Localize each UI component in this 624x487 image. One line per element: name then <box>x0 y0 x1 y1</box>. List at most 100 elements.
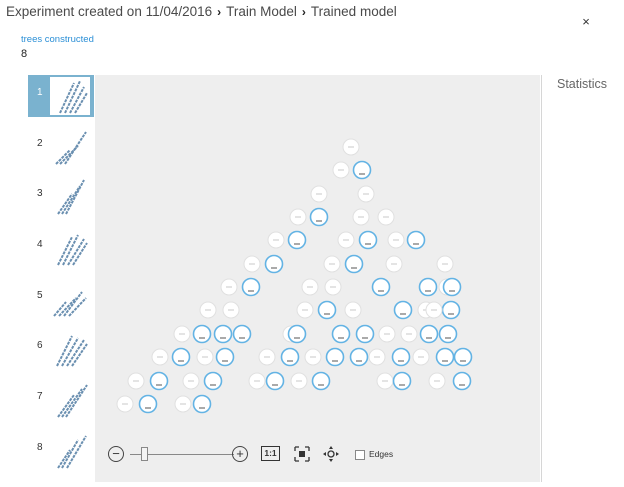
tree-thumbnail-8[interactable]: 8 <box>28 430 94 472</box>
tree-diagram[interactable] <box>95 75 540 482</box>
tree-split-node[interactable] <box>222 301 240 319</box>
tree-leaf-node[interactable] <box>317 300 337 320</box>
tree-split-node[interactable] <box>116 395 134 413</box>
close-icon[interactable]: × <box>578 14 594 30</box>
tree-leaf-node[interactable] <box>438 324 458 344</box>
tree-split-node[interactable] <box>301 278 319 296</box>
tree-thumbnail-3[interactable]: 3 <box>28 176 94 218</box>
tree-split-node[interactable] <box>243 255 261 273</box>
tree-leaf-node[interactable] <box>215 347 235 367</box>
tree-leaf-node[interactable] <box>406 230 426 250</box>
tree-split-node[interactable] <box>412 348 430 366</box>
tree-leaf-node[interactable] <box>280 347 300 367</box>
tree-split-node[interactable] <box>220 278 238 296</box>
tree-split-node[interactable] <box>342 138 360 156</box>
tree-split-node[interactable] <box>324 278 342 296</box>
tree-leaf-node[interactable] <box>192 394 212 414</box>
tree-split-node[interactable] <box>400 325 418 343</box>
tree-split-node[interactable] <box>182 372 200 390</box>
tree-leaf-node[interactable] <box>331 324 351 344</box>
zoom-slider-thumb[interactable] <box>141 447 148 461</box>
tree-split-node[interactable] <box>310 185 328 203</box>
tree-split-node[interactable] <box>290 372 308 390</box>
tree-leaf-node[interactable] <box>265 371 285 391</box>
tree-split-node[interactable] <box>323 255 341 273</box>
tree-leaf-node[interactable] <box>442 277 462 297</box>
tree-split-node[interactable] <box>304 348 322 366</box>
tree-split-node[interactable] <box>436 255 454 273</box>
tree-leaf-node[interactable] <box>393 300 413 320</box>
tree-split-node[interactable] <box>173 325 191 343</box>
tree-split-node[interactable] <box>151 348 169 366</box>
tree-leaf-node[interactable] <box>203 371 223 391</box>
tree-split-node[interactable] <box>376 372 394 390</box>
tree-leaf-node[interactable] <box>453 347 473 367</box>
tree-split-node[interactable] <box>296 301 314 319</box>
tree-leaf-node[interactable] <box>358 230 378 250</box>
tree-thumbnail-1[interactable]: 1 <box>28 75 94 117</box>
edges-checkbox[interactable] <box>355 450 365 460</box>
tree-split-node[interactable] <box>377 208 395 226</box>
tree-split-node[interactable] <box>368 348 386 366</box>
tree-leaf-node[interactable] <box>435 347 455 367</box>
tree-leaf-node[interactable] <box>311 371 331 391</box>
tree-split-node[interactable] <box>267 231 285 249</box>
tree-leaf-node[interactable] <box>419 324 439 344</box>
tree-split-node[interactable] <box>258 348 276 366</box>
tree-split-node[interactable] <box>425 301 443 319</box>
tree-split-node[interactable] <box>174 395 192 413</box>
tree-leaf-node[interactable] <box>418 277 438 297</box>
tree-leaf-node[interactable] <box>349 347 369 367</box>
tree-thumbnail-4[interactable]: 4 <box>28 227 94 269</box>
tree-thumbnail-5[interactable]: 5 <box>28 278 94 320</box>
tree-leaf-node[interactable] <box>309 207 329 227</box>
tree-leaf-node[interactable] <box>371 277 391 297</box>
tree-leaf-node[interactable] <box>392 371 412 391</box>
tree-split-node[interactable] <box>337 231 355 249</box>
tree-split-node[interactable] <box>357 185 375 203</box>
tree-leaf-node[interactable] <box>138 394 158 414</box>
tree-split-node[interactable] <box>385 255 403 273</box>
tree-split-node[interactable] <box>127 372 145 390</box>
tree-leaf-node[interactable] <box>287 324 307 344</box>
zoom-in-button[interactable]: + <box>232 446 248 462</box>
tree-leaf-node[interactable] <box>344 254 364 274</box>
tree-leaf-node[interactable] <box>241 277 261 297</box>
panel-divider <box>541 75 542 482</box>
tree-leaf-node[interactable] <box>352 160 372 180</box>
tree-leaf-node[interactable] <box>391 347 411 367</box>
tree-split-node[interactable] <box>352 208 370 226</box>
breadcrumb-item-experiment[interactable]: Experiment created on 11/04/2016 <box>6 4 212 19</box>
tree-split-node[interactable] <box>344 301 362 319</box>
tree-split-node[interactable] <box>332 161 350 179</box>
tree-leaf-node[interactable] <box>441 300 461 320</box>
tree-leaf-node[interactable] <box>287 230 307 250</box>
tree-thumbnail-7[interactable]: 7 <box>28 379 94 421</box>
breadcrumb-item-trained-model: Trained model <box>310 4 397 19</box>
tree-split-node[interactable] <box>378 325 396 343</box>
tree-leaf-node[interactable] <box>325 347 345 367</box>
tree-leaf-node[interactable] <box>355 324 375 344</box>
breadcrumb-item-train-model[interactable]: Train Model <box>226 4 297 19</box>
tree-split-node[interactable] <box>199 301 217 319</box>
tree-thumbnail-6[interactable]: 6 <box>28 328 94 370</box>
tree-leaf-node[interactable] <box>232 324 252 344</box>
pan-icon[interactable] <box>323 446 339 462</box>
tree-leaf-node[interactable] <box>264 254 284 274</box>
tree-canvas[interactable] <box>95 75 540 482</box>
zoom-out-button[interactable]: − <box>108 446 124 462</box>
tree-split-node[interactable] <box>196 348 214 366</box>
tree-leaf-node[interactable] <box>149 371 169 391</box>
tree-split-node[interactable] <box>428 372 446 390</box>
fit-to-screen-icon[interactable] <box>294 446 310 462</box>
tree-leaf-node[interactable] <box>171 347 191 367</box>
tree-leaf-node[interactable] <box>452 371 472 391</box>
zoom-toolbar: − + 1:1 Edges <box>108 446 408 466</box>
tree-leaf-node[interactable] <box>213 324 233 344</box>
tree-thumbnail-2[interactable]: 2 <box>28 126 94 168</box>
tree-split-node[interactable] <box>248 372 266 390</box>
tree-split-node[interactable] <box>387 231 405 249</box>
tree-leaf-node[interactable] <box>192 324 212 344</box>
actual-size-button[interactable]: 1:1 <box>261 446 280 461</box>
tree-split-node[interactable] <box>289 208 307 226</box>
